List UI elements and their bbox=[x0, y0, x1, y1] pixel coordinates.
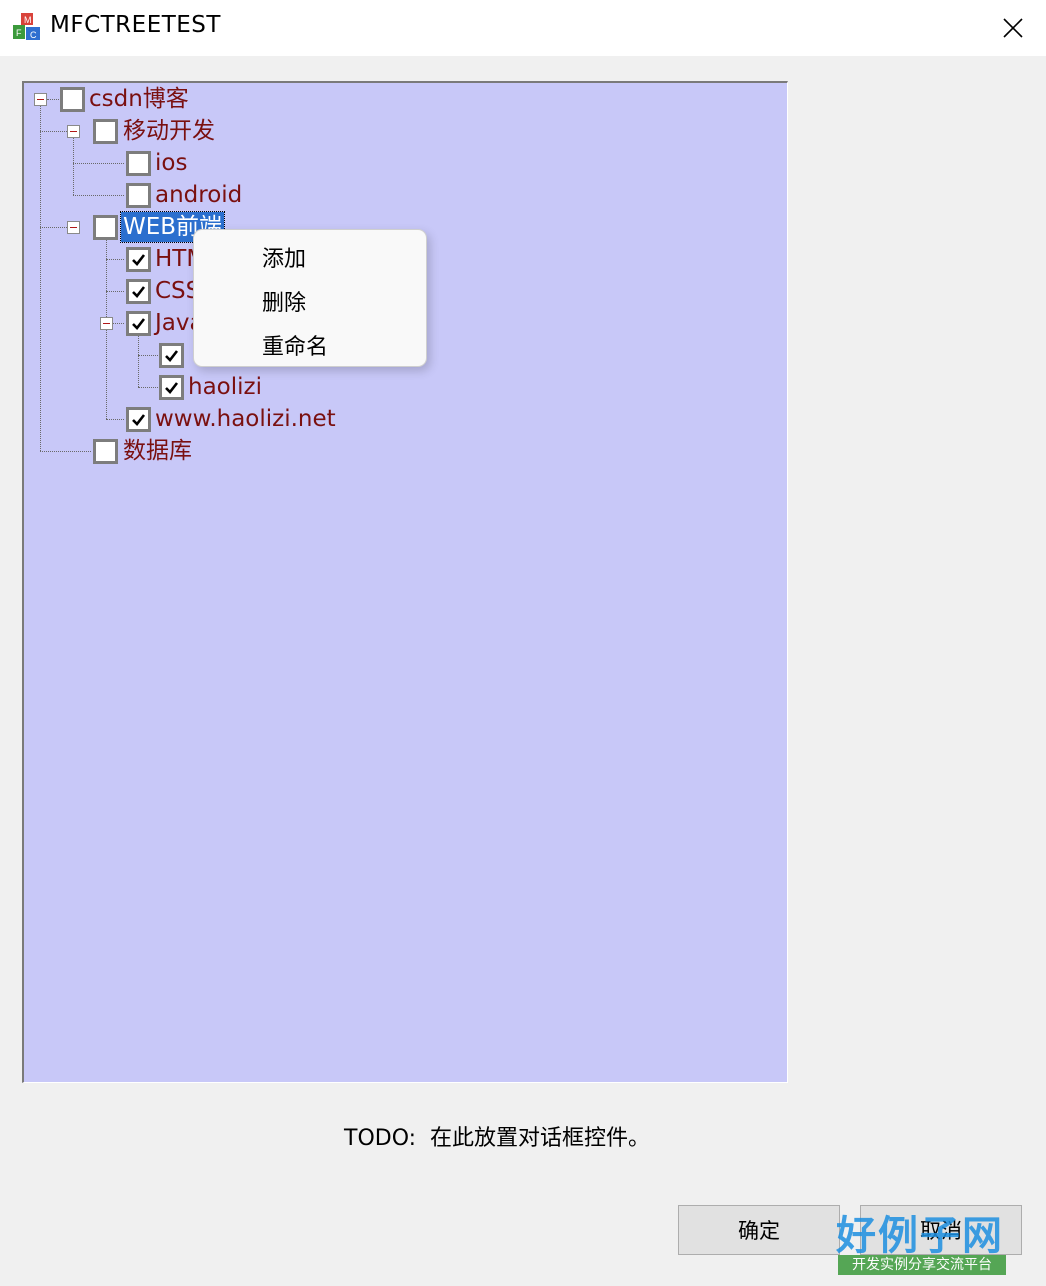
tree-item-ios[interactable]: ios bbox=[155, 148, 187, 178]
watermark-logo-subtext: 开发实例分享交流平台 bbox=[838, 1255, 1006, 1275]
tree-item-android[interactable]: android bbox=[155, 180, 242, 210]
checkbox-mobile[interactable] bbox=[93, 119, 118, 144]
menu-item-delete[interactable]: 删除 bbox=[262, 285, 306, 317]
checkbox-css[interactable] bbox=[126, 279, 151, 304]
checkbox-haolizi-net[interactable] bbox=[126, 407, 151, 432]
checkbox-web[interactable] bbox=[93, 215, 118, 240]
checkbox-html[interactable] bbox=[126, 247, 151, 272]
check-icon bbox=[165, 350, 179, 362]
checkbox-haolizi[interactable] bbox=[159, 375, 184, 400]
svg-text:F: F bbox=[16, 28, 22, 38]
checkbox-android[interactable] bbox=[126, 183, 151, 208]
ok-button[interactable]: 确定 bbox=[678, 1205, 840, 1255]
window-title: MFCTREETEST bbox=[50, 12, 221, 38]
svg-text:C: C bbox=[30, 30, 37, 40]
watermark-logo-text: 好例子网 bbox=[836, 1213, 1004, 1259]
tree-item-database[interactable]: 数据库 bbox=[123, 436, 192, 466]
checkbox-csdn[interactable] bbox=[60, 87, 85, 112]
tree-item-mobile-dev[interactable]: 移动开发 bbox=[123, 116, 215, 146]
mfc-app-icon: M F C bbox=[12, 12, 42, 42]
todo-static-text: TODO: 在此放置对话框控件。 bbox=[344, 1126, 651, 1151]
menu-item-rename[interactable]: 重命名 bbox=[262, 329, 328, 361]
title-bar: M F C MFCTREETEST bbox=[0, 0, 1046, 56]
checkbox-database[interactable] bbox=[93, 439, 118, 464]
expand-toggle-mobile[interactable] bbox=[67, 125, 80, 138]
tree-item-haolizi[interactable]: haolizi bbox=[188, 372, 262, 402]
tree-item-csdn[interactable]: csdn博客 bbox=[89, 84, 189, 114]
checkbox-javascript[interactable] bbox=[126, 311, 151, 336]
check-icon bbox=[165, 382, 179, 394]
checkbox-hidden-item[interactable] bbox=[159, 343, 184, 368]
check-icon bbox=[132, 254, 146, 266]
context-menu: 添加 删除 重命名 bbox=[193, 229, 427, 367]
expand-toggle-web[interactable] bbox=[67, 221, 80, 234]
watermark-logo: 好例子网 开发实例分享交流平台 bbox=[836, 1207, 1008, 1279]
check-icon bbox=[132, 414, 146, 426]
tree-item-haolizi-net[interactable]: www.haolizi.net bbox=[155, 404, 336, 434]
expand-toggle-javascript[interactable] bbox=[100, 317, 113, 330]
check-icon bbox=[132, 286, 146, 298]
check-icon bbox=[132, 318, 146, 330]
svg-text:M: M bbox=[24, 15, 32, 25]
close-icon bbox=[1003, 18, 1023, 38]
menu-item-add[interactable]: 添加 bbox=[262, 241, 306, 273]
checkbox-ios[interactable] bbox=[126, 151, 151, 176]
close-button[interactable] bbox=[990, 8, 1036, 48]
expand-toggle-csdn[interactable] bbox=[34, 93, 47, 106]
